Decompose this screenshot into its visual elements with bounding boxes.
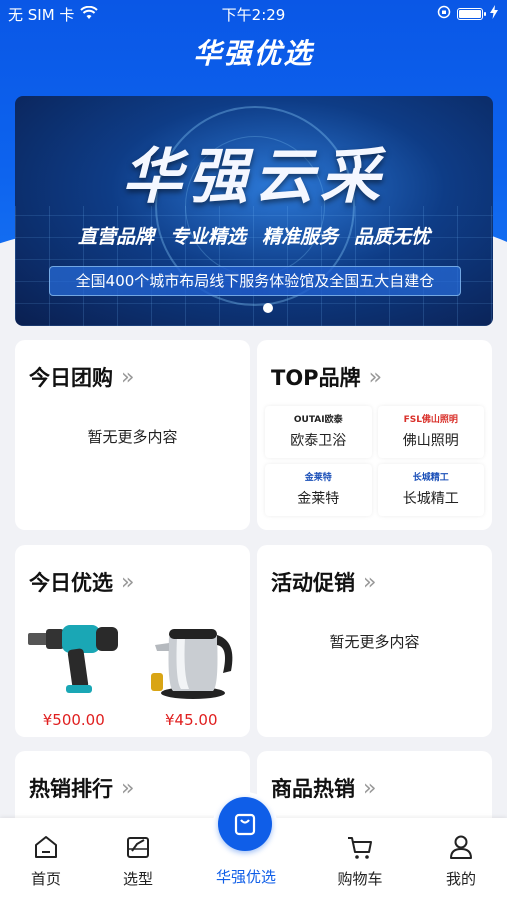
banner-slogan: 精准服务 [262,226,339,248]
banner-strip-text: 全国400个城市布局线下服务体验馆及全国五大自建仓 [49,266,461,296]
banner-slogan: 品质无忧 [354,226,431,248]
tab-label: 选型 [122,870,153,888]
brand-name: 欧泰卫浴 [290,433,347,449]
brand-grid: OUTAI欧泰 欧泰卫浴 FSL佛山照明 佛山照明 金莱特 金莱特 长城精工 长… [265,406,484,516]
promotions-card[interactable]: 活动促销 » 暂无更多内容 [257,545,492,737]
tab-label: 首页 [30,870,61,888]
brand-name: 金莱特 [297,491,340,507]
group-buy-empty-text: 暂无更多内容 [87,428,178,446]
brand-name: 佛山照明 [402,433,459,449]
daily-picks-products: ¥500.00 ¥45.00 [15,615,250,729]
brand-logo: 金莱特 [304,473,332,483]
carousel-indicator-dot[interactable] [263,303,273,313]
orientation-lock-icon [437,5,451,23]
brand-item-jinlaite[interactable]: 金莱特 金莱特 [265,464,372,516]
group-buy-header[interactable]: 今日团购 » [29,362,134,392]
double-chevron-right-icon: » [121,364,135,390]
status-right [437,5,499,23]
tab-label-active[interactable]: 华强优选 [196,866,296,887]
shopping-bag-icon [234,813,256,836]
brand-name: 长城精工 [402,491,459,507]
charging-icon [489,5,499,23]
promotions-empty-text: 暂无更多内容 [329,633,420,651]
banner-title: 华强云采 [122,142,386,212]
tab-selection[interactable]: 选型 [98,832,178,889]
promotions-title: 活动促销 [271,571,355,595]
battery-icon [457,8,486,20]
tab-label: 购物车 [337,870,383,888]
product-price: ¥45.00 [165,711,218,729]
tab-label: 我的 [445,870,476,888]
brand-logo: OUTAI欧泰 [293,415,343,425]
status-time: 下午2:29 [221,6,286,24]
hot-ranking-title: 热销排行 [29,777,113,801]
hot-products-header[interactable]: 商品热销 » [271,773,376,803]
product-item[interactable]: ¥45.00 [141,615,241,729]
hot-products-title: 商品热销 [271,777,355,801]
status-bar: 无 SIM 卡 下午2:29 [0,0,507,28]
home-icon [35,836,57,858]
daily-picks-header[interactable]: 今日优选 » [29,567,134,597]
group-buy-title: 今日团购 [29,366,113,390]
app-title: 华强优选 [193,37,314,70]
daily-picks-title: 今日优选 [29,571,113,595]
top-brands-header[interactable]: TOP品牌 » [271,362,382,392]
bottom-tab-bar: 首页 选型 华强优选 购物车 我的 [0,792,507,900]
banner-slogan: 直营品牌 [77,226,154,248]
brand-logo: FSL佛山照明 [403,415,458,425]
double-chevron-right-icon: » [363,569,377,595]
tab-cart[interactable]: 购物车 [320,832,400,889]
brand-logo: 长城精工 [412,473,449,483]
promotions-header[interactable]: 活动促销 » [271,567,376,597]
double-chevron-right-icon: » [121,775,135,801]
double-chevron-right-icon: » [121,569,135,595]
user-icon [450,835,472,859]
brand-item-outai[interactable]: OUTAI欧泰 欧泰卫浴 [265,406,372,458]
product-price: ¥500.00 [42,711,105,729]
brand-item-changcheng[interactable]: 长城精工 长城精工 [377,464,484,516]
top-brands-title: TOP品牌 [271,366,361,390]
tab-center-button[interactable] [218,797,272,851]
product-item[interactable]: ¥500.00 [24,615,124,729]
hot-ranking-header[interactable]: 热销排行 » [29,773,134,803]
selection-icon [127,837,149,858]
double-chevron-right-icon: » [368,364,383,390]
promo-banner[interactable]: 华强云采 直营品牌 专业精选 精准服务 品质无忧 全国400个城市布局线下服务体… [15,96,493,326]
impact-wrench-image [26,615,122,701]
tab-home[interactable]: 首页 [6,832,86,889]
brand-item-fsl[interactable]: FSL佛山照明 佛山照明 [377,406,484,458]
electric-kettle-image [143,615,239,701]
top-brands-card[interactable]: TOP品牌 » OUTAI欧泰 欧泰卫浴 FSL佛山照明 佛山照明 金莱特 金莱… [257,340,492,530]
banner-slogans: 直营品牌 专业精选 精准服务 品质无忧 [15,222,493,249]
daily-picks-card[interactable]: 今日优选 » ¥500.00 ¥45.00 [15,545,250,737]
tab-huaqiang-select[interactable] [213,792,277,856]
cart-icon [348,837,372,859]
group-buy-card[interactable]: 今日团购 » 暂无更多内容 [15,340,250,530]
tab-profile[interactable]: 我的 [421,832,501,889]
double-chevron-right-icon: » [363,775,377,801]
banner-slogan: 专业精选 [169,226,246,248]
